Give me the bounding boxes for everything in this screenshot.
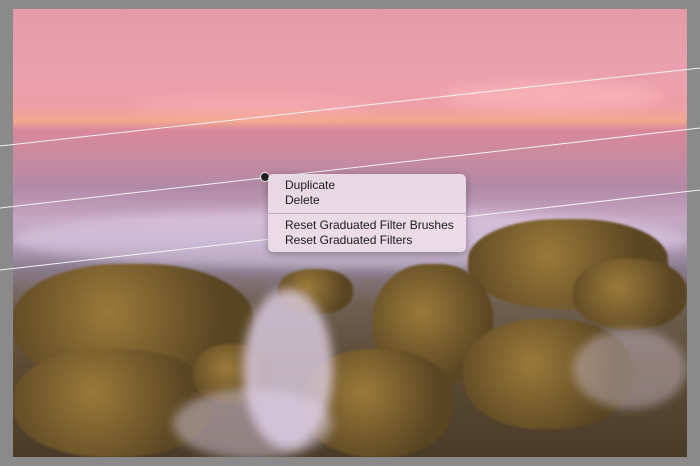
menu-item-reset-brushes[interactable]: Reset Graduated Filter Brushes — [285, 218, 454, 233]
menu-item-duplicate[interactable]: Duplicate — [285, 178, 335, 193]
filter-line-top[interactable] — [0, 67, 700, 147]
menu-item-reset-filters[interactable]: Reset Graduated Filters — [285, 233, 412, 248]
menu-item-delete[interactable]: Delete — [285, 193, 320, 208]
context-menu: Duplicate Delete Reset Graduated Filter … — [268, 174, 466, 252]
menu-separator — [268, 213, 466, 214]
